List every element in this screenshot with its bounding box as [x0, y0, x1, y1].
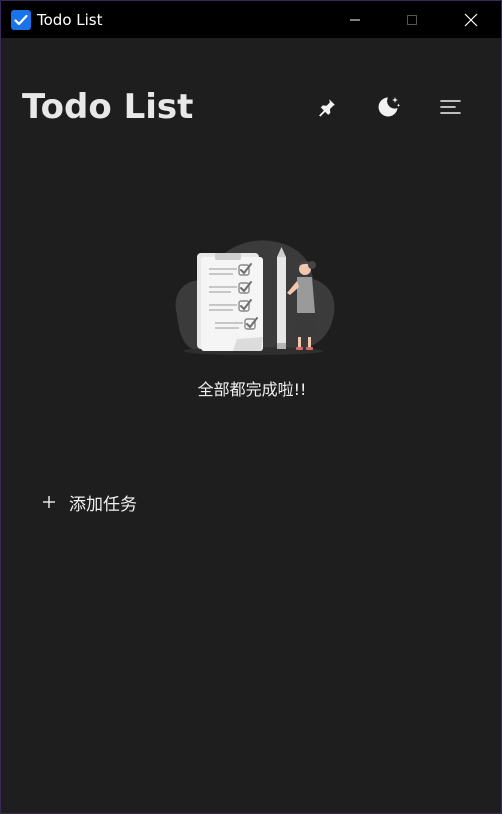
minimize-icon: [350, 19, 360, 20]
app-window: Todo List Todo List 全部都完成啦!! 添加任务: [0, 0, 502, 814]
window-title: Todo List: [37, 11, 103, 29]
moon-stars-icon: [378, 97, 401, 117]
empty-state-message: 全部都完成啦!!: [197, 380, 307, 399]
theme-toggle-button[interactable]: [369, 87, 409, 127]
page-title: Todo List: [22, 87, 194, 127]
minimize-button[interactable]: [327, 1, 383, 38]
menu-icon: [440, 100, 461, 114]
close-icon: [464, 13, 478, 26]
title-bar[interactable]: Todo List: [1, 1, 501, 38]
menu-button[interactable]: [431, 87, 471, 127]
add-task-button[interactable]: 添加任务: [41, 489, 137, 515]
completed-tasks-illustration: [175, 240, 335, 355]
add-task-label: 添加任务: [69, 494, 137, 515]
maximize-button[interactable]: [384, 1, 440, 38]
checkbox-app-icon: [11, 10, 31, 30]
plus-icon: [43, 496, 55, 508]
pin-button[interactable]: [307, 87, 347, 127]
pin-icon: [319, 99, 335, 117]
maximize-icon: [407, 14, 417, 25]
close-button[interactable]: [443, 1, 499, 38]
